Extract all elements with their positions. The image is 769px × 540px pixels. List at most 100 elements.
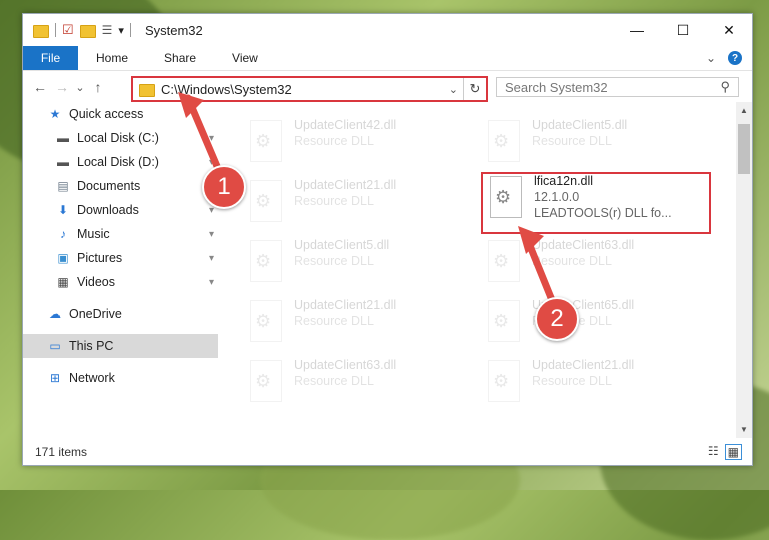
search-icon[interactable]: ⚲ bbox=[720, 79, 730, 95]
maximize-button[interactable]: ☐ bbox=[660, 14, 706, 46]
file-description: Resource DLL bbox=[294, 134, 374, 148]
back-button[interactable]: ← bbox=[29, 79, 51, 95]
file-name: UpdateClient21.dll bbox=[294, 298, 397, 312]
sidebar-item-label: Local Disk (C:) bbox=[77, 131, 159, 145]
dll-file-icon: ⚙ bbox=[484, 118, 524, 164]
sidebar-item-videos[interactable]: ▦ Videos ▾ bbox=[23, 270, 218, 294]
list-item[interactable]: ⚙ UpdateClient63.dll Resource DLL bbox=[484, 238, 714, 290]
file-name: UpdateClient42.dll bbox=[294, 118, 397, 132]
documents-icon: ▤ bbox=[57, 179, 69, 193]
sidebar-item-onedrive[interactable]: ☁ OneDrive bbox=[23, 302, 218, 326]
expand-ribbon-icon[interactable]: ⌄ bbox=[706, 51, 716, 65]
divider bbox=[129, 23, 131, 37]
download-icon: ⬇ bbox=[57, 203, 69, 217]
sidebar-item-label: This PC bbox=[69, 339, 114, 353]
forward-button[interactable]: → bbox=[51, 79, 73, 95]
file-list: ⚙ UpdateClient42.dll Resource DLL ⚙ Updat… bbox=[220, 102, 734, 438]
file-name: UpdateClient5.dll bbox=[294, 238, 390, 252]
network-icon: ⊞ bbox=[49, 371, 61, 385]
sidebar-item-label: Quick access bbox=[69, 107, 144, 121]
close-button[interactable]: ✕ bbox=[706, 14, 752, 46]
sidebar-item-documents[interactable]: ▤ Documents ▾ bbox=[23, 174, 218, 198]
list-item[interactable]: ⚙ UpdateClient21.dll Resource DLL bbox=[484, 358, 714, 410]
dll-file-icon: ⚙ bbox=[484, 298, 524, 344]
dll-file-icon: ⚙ bbox=[246, 298, 286, 344]
sidebar-item-label: Local Disk (D:) bbox=[77, 155, 159, 169]
step-badge-1: 1 bbox=[202, 165, 246, 209]
pictures-icon: ▣ bbox=[57, 251, 69, 265]
cloud-icon: ☁ bbox=[49, 307, 61, 321]
new-folder-icon[interactable] bbox=[79, 24, 96, 38]
tab-view[interactable]: View bbox=[214, 51, 276, 65]
dll-file-icon: ⚙ bbox=[246, 118, 286, 164]
dll-file-icon: ⚙ bbox=[246, 178, 286, 224]
file-name: UpdateClient21.dll bbox=[294, 178, 397, 192]
sidebar-item-local-disk-c[interactable]: ▬ Local Disk (C:) ▾ bbox=[23, 126, 218, 150]
file-description: Resource DLL bbox=[294, 194, 374, 208]
sidebar-item-pictures[interactable]: ▣ Pictures ▾ bbox=[23, 246, 218, 270]
address-dropdown-icon[interactable]: ⌄ bbox=[449, 83, 458, 96]
computer-icon: ▭ bbox=[49, 339, 61, 353]
address-text[interactable]: C:\Windows\System32 bbox=[161, 82, 292, 97]
up-button[interactable]: ↑ bbox=[87, 79, 109, 95]
file-description: Resource DLL bbox=[532, 254, 612, 268]
star-icon: ★ bbox=[49, 107, 61, 121]
dll-file-icon: ⚙ bbox=[484, 238, 524, 284]
file-name: UpdateClient63.dll bbox=[294, 358, 397, 372]
sidebar-item-quick-access[interactable]: ★ Quick access bbox=[23, 102, 218, 126]
dll-file-icon: ⚙ bbox=[246, 238, 286, 284]
list-item[interactable]: ⚙ UpdateClient63.dll Resource DLL bbox=[246, 358, 476, 410]
title-bar: ☑ ☰ ▾ System32 — ☐ ✕ bbox=[23, 14, 752, 46]
search-input[interactable]: Search System32 ⚲ bbox=[496, 77, 739, 97]
sidebar-item-label: Videos bbox=[77, 275, 115, 289]
list-item[interactable]: ⚙ UpdateClient5.dll Resource DLL bbox=[246, 238, 476, 290]
sidebar-item-local-disk-d[interactable]: ▬ Local Disk (D:) ▾ bbox=[23, 150, 218, 174]
tab-share[interactable]: Share bbox=[146, 51, 214, 65]
minimize-button[interactable]: — bbox=[614, 14, 660, 46]
file-description: Resource DLL bbox=[532, 134, 612, 148]
customize-icon[interactable]: ☰ bbox=[102, 23, 113, 37]
status-bar: 171 items ☷ ▦ bbox=[23, 439, 752, 465]
help-icon[interactable]: ? bbox=[728, 51, 742, 65]
file-description: Resource DLL bbox=[532, 374, 612, 388]
properties-icon[interactable]: ☑ bbox=[62, 22, 74, 38]
details-view-icon[interactable]: ☷ bbox=[708, 444, 719, 460]
scrollbar-thumb[interactable] bbox=[738, 124, 750, 174]
scroll-up-icon[interactable]: ▲ bbox=[736, 106, 752, 115]
window-title: System32 bbox=[144, 22, 203, 38]
pin-icon: ▾ bbox=[208, 252, 214, 264]
dll-file-icon: ⚙ bbox=[484, 358, 524, 404]
scroll-down-icon[interactable]: ▼ bbox=[736, 425, 752, 434]
sidebar-item-this-pc[interactable]: ▭ This PC bbox=[23, 334, 218, 358]
sidebar-item-music[interactable]: ♪ Music ▾ bbox=[23, 222, 218, 246]
dll-file-icon: ⚙ bbox=[246, 358, 286, 404]
navigation-pane: ★ Quick access ▬ Local Disk (C:) ▾ ▬ Loc… bbox=[23, 102, 218, 438]
list-item[interactable]: ⚙ UpdateClient42.dll Resource DLL bbox=[246, 118, 476, 170]
window-controls: — ☐ ✕ bbox=[614, 14, 752, 46]
list-item[interactable]: ⚙ UpdateClient21.dll Resource DLL bbox=[246, 298, 476, 350]
search-placeholder: Search System32 bbox=[505, 79, 608, 95]
highlight-box-file bbox=[481, 172, 711, 234]
file-name: UpdateClient5.dll bbox=[532, 118, 628, 132]
sidebar-item-network[interactable]: ⊞ Network bbox=[23, 366, 218, 390]
file-description: Resource DLL bbox=[294, 254, 374, 268]
toolbar-dropdown-icon[interactable]: ▾ bbox=[118, 24, 124, 37]
sidebar-item-label: Documents bbox=[77, 179, 141, 193]
quick-access-toolbar: ☑ ☰ ▾ System32 bbox=[23, 22, 203, 38]
refresh-button[interactable]: ↻ bbox=[463, 78, 486, 100]
tab-home[interactable]: Home bbox=[78, 51, 146, 65]
tab-file[interactable]: File bbox=[23, 46, 78, 70]
list-item[interactable]: ⚙ UpdateClient5.dll Resource DLL bbox=[484, 118, 714, 170]
vertical-scrollbar[interactable]: ▲ ▼ bbox=[736, 102, 752, 438]
folder-icon[interactable] bbox=[33, 24, 49, 38]
navigation-bar: ← → ⌄ ↑ C:\Windows\System32 ⌄ ↻ Search S… bbox=[23, 71, 752, 103]
sidebar-item-label: Network bbox=[69, 371, 115, 385]
explorer-window: ☑ ☰ ▾ System32 — ☐ ✕ File Home Share Vie… bbox=[22, 13, 753, 466]
list-item[interactable]: ⚙ UpdateClient21.dll Resource DLL bbox=[246, 178, 476, 230]
recent-locations-icon[interactable]: ⌄ bbox=[73, 81, 87, 94]
address-bar[interactable]: C:\Windows\System32 ⌄ ↻ bbox=[131, 76, 488, 102]
file-name: UpdateClient63.dll bbox=[532, 238, 635, 252]
tiles-view-icon[interactable]: ▦ bbox=[724, 444, 742, 460]
sidebar-item-downloads[interactable]: ⬇ Downloads ▾ bbox=[23, 198, 218, 222]
list-item[interactable]: ⚙ UpdateClient65.dllResource DLL bbox=[484, 298, 714, 350]
